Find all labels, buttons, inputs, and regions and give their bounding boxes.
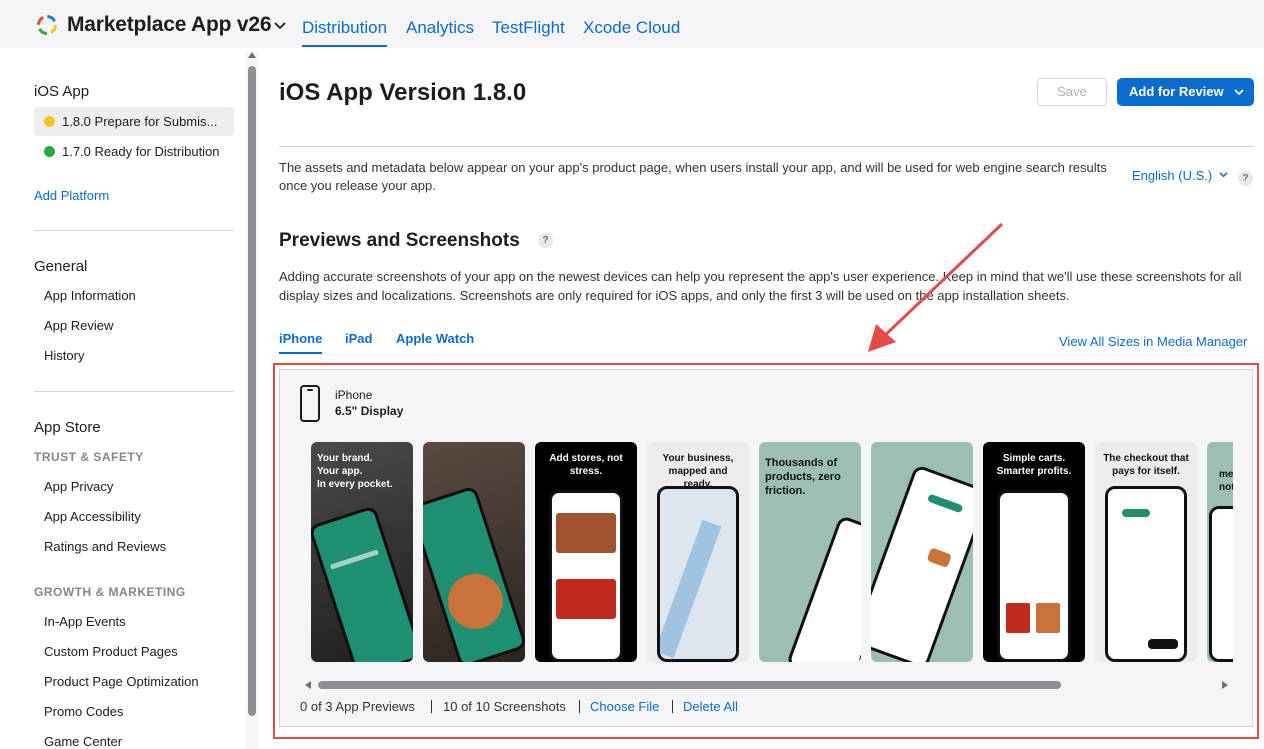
screenshot-caption: The checkout that pays for itself. [1103, 453, 1189, 477]
sidebar-divider [34, 391, 234, 392]
top-bar: Marketplace App v26 Distribution Analyti… [0, 0, 1264, 48]
screenshot-strip[interactable]: Your brand. Your app. In every pocket. A… [311, 442, 1233, 662]
header-divider [279, 146, 1254, 147]
choose-file-link[interactable]: Choose File [590, 699, 659, 714]
phone-mockup [997, 490, 1071, 662]
sidebar-general-heading: General [34, 258, 88, 275]
sidebar-item-history[interactable]: History [44, 348, 84, 363]
screenshot-thumbnail[interactable]: Add stores, not stress. [535, 442, 637, 662]
iphone-icon [300, 385, 320, 422]
scroll-right-icon[interactable] [1222, 681, 1228, 689]
tab-ipad[interactable]: iPad [345, 331, 372, 346]
language-select[interactable]: English (U.S.) [1132, 168, 1228, 183]
chevron-down-icon [1234, 89, 1244, 96]
screenshot-caption: Add stores, not stress. [549, 453, 623, 477]
sidebar-item-app-accessibility[interactable]: App Accessibility [44, 509, 141, 524]
sidebar-version-label: 1.8.0 Prepare for Submis... [62, 114, 218, 129]
scroll-up-icon[interactable] [248, 52, 256, 58]
sidebar-appstore-heading: App Store [34, 419, 101, 436]
separator [579, 700, 580, 713]
separator [672, 700, 673, 713]
screenshots-count: 10 of 10 Screenshots [443, 699, 566, 714]
add-platform-link[interactable]: Add Platform [34, 188, 109, 203]
sidebar-item-custom-product-pages[interactable]: Custom Product Pages [44, 644, 178, 659]
intro-text: The assets and metadata below appear on … [279, 160, 1107, 193]
phone-mockup [549, 490, 623, 662]
phone-mockup [785, 514, 861, 662]
phone-mockup [657, 486, 739, 662]
phone-mockup [871, 464, 973, 662]
tab-analytics[interactable]: Analytics [406, 18, 474, 38]
app-logo-icon [37, 15, 57, 35]
sidebar-divider [34, 230, 234, 231]
tab-xcode-cloud[interactable]: Xcode Cloud [583, 18, 680, 38]
sidebar-scroll-thumb[interactable] [248, 66, 256, 716]
sidebar-platform-heading: iOS App [34, 83, 90, 100]
phone-mockup [1105, 486, 1187, 662]
help-icon[interactable]: ? [1238, 171, 1253, 186]
add-for-review-button[interactable]: Add for Review [1117, 78, 1254, 106]
sidebar-item-app-privacy[interactable]: App Privacy [44, 479, 113, 494]
add-for-review-label: Add for Review [1129, 84, 1224, 99]
sidebar-item-app-review[interactable]: App Review [44, 318, 113, 333]
sidebar-item-product-page-optimization[interactable]: Product Page Optimization [44, 674, 199, 689]
device-name: iPhone [335, 388, 373, 402]
view-all-sizes-link[interactable]: View All Sizes in Media Manager [1059, 334, 1247, 349]
sidebar-trust-heading: TRUST & SAFETY [34, 450, 144, 464]
phone-mockup [423, 485, 525, 662]
help-icon[interactable]: ? [538, 233, 553, 248]
section-title: Previews and Screenshots [279, 230, 520, 251]
screenshot-thumbnail[interactable]: Simple carts. Smarter profits. [983, 442, 1085, 662]
sidebar-item-in-app-events[interactable]: In-App Events [44, 614, 126, 629]
page-title: iOS App Version 1.8.0 [279, 79, 527, 106]
screenshot-caption: Thousands of products, zero friction. [765, 457, 841, 497]
scroll-left-icon[interactable] [305, 681, 311, 689]
ready-check-icon [44, 146, 55, 157]
device-size: 6.5" Display [335, 404, 404, 418]
phone-mockup [311, 505, 413, 662]
sidebar-item-game-center[interactable]: Game Center [44, 734, 122, 749]
save-button[interactable]: Save [1037, 78, 1107, 106]
screenshot-caption: Your brand. Your app. In every pocket. [317, 453, 393, 490]
separator [431, 700, 432, 713]
screenshot-thumbnail[interactable]: Thousands of products, zero friction. [759, 442, 861, 662]
sidebar-version-1-8-0[interactable]: 1.8.0 Prepare for Submis... [34, 107, 234, 136]
section-description: Adding accurate screenshots of your app … [279, 269, 1242, 303]
chevron-down-icon [1219, 172, 1228, 178]
tab-apple-watch[interactable]: Apple Watch [396, 331, 474, 346]
tab-distribution[interactable]: Distribution [302, 18, 388, 47]
language-label: English (U.S.) [1132, 168, 1213, 183]
annotation-arrow-icon [868, 222, 1004, 352]
tab-iphone[interactable]: iPhone [279, 331, 323, 354]
sidebar-item-promo-codes[interactable]: Promo Codes [44, 704, 123, 719]
screenshot-scroll-thumb[interactable] [318, 681, 1061, 689]
sidebar-version-label: 1.7.0 Ready for Distribution [62, 144, 220, 159]
screenshot-thumbnail[interactable]: The checkout that pays for itself. [1095, 442, 1197, 662]
sidebar-growth-heading: GROWTH & MARKETING [34, 585, 186, 599]
sidebar-version-1-7-0[interactable]: 1.7.0 Ready for Distribution [34, 137, 234, 166]
pending-status-icon [44, 116, 55, 127]
chevron-down-icon[interactable] [273, 18, 287, 32]
app-title[interactable]: Marketplace App v26 [67, 13, 272, 37]
screenshot-thumbnail[interactable] [423, 442, 525, 662]
previews-count: 0 of 3 App Previews [300, 699, 415, 714]
delete-all-link[interactable]: Delete All [683, 699, 738, 714]
phone-mockup [1209, 506, 1233, 662]
screenshot-thumbnail[interactable] [871, 442, 973, 662]
tab-testflight[interactable]: TestFlight [492, 18, 565, 38]
sidebar-item-app-information[interactable]: App Information [44, 288, 136, 303]
sidebar-item-ratings-reviews[interactable]: Ratings and Reviews [44, 539, 166, 554]
screenshot-caption: Simple carts. Smarter profits. [996, 453, 1072, 477]
screenshot-thumbnail[interactable]: Your brand. Your app. In every pocket. [311, 442, 413, 662]
screenshot-thumbnail[interactable]: me notic [1207, 442, 1233, 662]
screenshot-thumbnail[interactable]: Your business, mapped and ready. [647, 442, 749, 662]
screenshot-caption: me notic [1219, 469, 1233, 493]
